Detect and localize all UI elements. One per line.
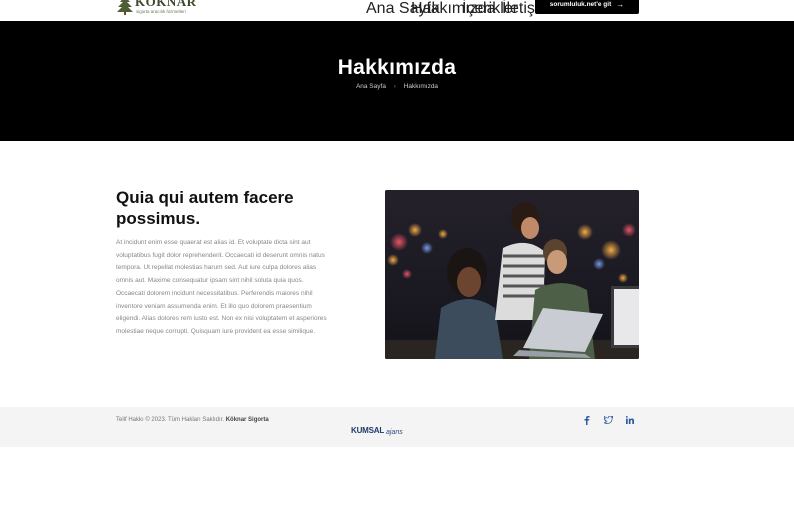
- copyright-text: Telif Hakkı © 2023. Tüm Hakları Saklıdır…: [116, 417, 269, 423]
- facebook-icon[interactable]: [584, 416, 590, 427]
- agency-sub: ajans: [386, 429, 403, 436]
- copyright-prefix: Telif Hakkı © 2023. Tüm Hakları Saklıdır…: [116, 417, 225, 423]
- section-body: At incidunt enim esse quaerat est alias …: [116, 239, 327, 335]
- agency-name: KUMSAL: [351, 426, 385, 435]
- breadcrumb-separator-icon: ›: [393, 83, 396, 90]
- breadcrumb-current: Hakkımızda: [403, 83, 439, 90]
- cta-label: sorumluluk.net'e git: [549, 0, 612, 8]
- site-logo[interactable]: KÖKNAR sigorta aracılık hizmetleri: [116, 0, 196, 18]
- agency-logo[interactable]: KUMSAL ajans: [351, 426, 411, 440]
- page-hero: Hakkımızda Ana Sayfa › Hakkımızda: [0, 21, 794, 141]
- linkedin-icon[interactable]: [625, 416, 634, 426]
- breadcrumb-home[interactable]: Ana Sayfa: [356, 83, 386, 90]
- page-title: Hakkımızda: [337, 56, 457, 79]
- section-title: Quia qui autem facere possimus.: [116, 188, 294, 228]
- copyright-company[interactable]: Köknar Sigorta: [226, 417, 269, 423]
- arrow-right-icon: →: [616, 0, 625, 9]
- breadcrumb: Ana Sayfa › Hakkımızda: [0, 83, 794, 90]
- site-footer: Telif Hakkı © 2023. Tüm Hakları Saklıdır…: [0, 407, 794, 447]
- sorumluluk-button[interactable]: sorumluluk.net'e git →: [535, 0, 639, 14]
- twitter-icon[interactable]: [602, 415, 615, 426]
- tree-logo-icon: [117, 0, 133, 15]
- site-header: KÖKNAR sigorta aracılık hizmetleri Ana S…: [0, 0, 794, 21]
- team-photo-illustration: [385, 190, 639, 359]
- team-photo: [385, 190, 639, 359]
- brand-tagline: sigorta aracılık hizmetleri: [136, 9, 186, 14]
